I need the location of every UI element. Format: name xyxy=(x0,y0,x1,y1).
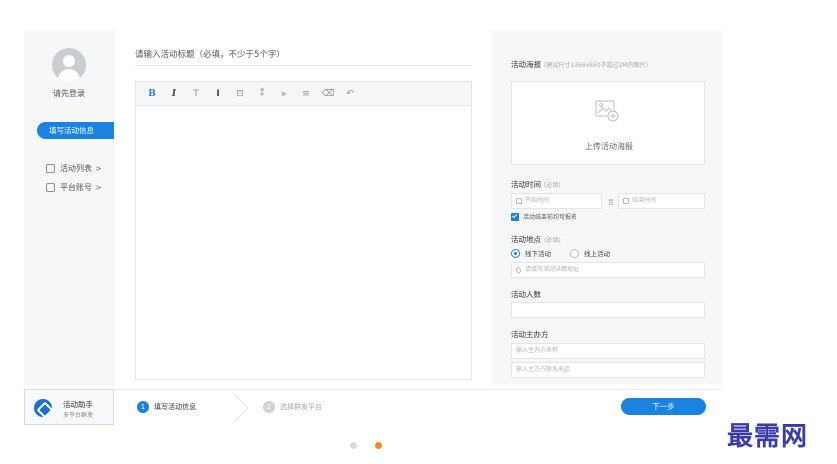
sidebar-item-fill-info[interactable]: 填写活动信息 xyxy=(37,122,114,139)
host-name-placeholder: 输入主办方名称 xyxy=(516,347,559,354)
host-label: 活动主办方 xyxy=(511,330,549,339)
step-number: 1 xyxy=(137,401,149,413)
sidebar-item-platform-accounts[interactable]: 平台账号 > xyxy=(46,182,102,193)
time-label: 活动时间 (必填) xyxy=(511,179,561,190)
step-number: 2 xyxy=(263,401,275,413)
poster-label: 活动海报 (建议尺寸1366x650不超过2M的图片) xyxy=(511,59,648,70)
end-time-placeholder: 结束时间 xyxy=(632,197,657,204)
poster-upload-text: 上传活动海报 xyxy=(585,142,633,151)
address-placeholder: 请填写活动详细地址 xyxy=(525,266,580,273)
radio-offline[interactable]: 线下活动 xyxy=(511,248,551,258)
time-hint: (必填) xyxy=(544,182,561,189)
host-phone-placeholder: 输入主办方联系电话 xyxy=(516,366,571,373)
editor-toolbar: B I T I ⊡ ⁑ ⫸ ≡ ⌫ ↶ xyxy=(136,82,471,106)
clear-format-icon[interactable]: I xyxy=(210,89,226,99)
login-link[interactable]: 请先登录 xyxy=(24,88,114,99)
sidebar-item-label: 平台账号 xyxy=(60,183,92,192)
host-phone-field[interactable]: 输入主办方联系电话 xyxy=(511,362,705,378)
radio-online[interactable]: 线上活动 xyxy=(570,248,610,258)
chevron-right-icon: > xyxy=(95,183,102,192)
rich-text-editor: B I T I ⊡ ⁑ ⫸ ≡ ⌫ ↶ xyxy=(135,81,472,380)
start-time-field[interactable]: 开始时间 xyxy=(511,193,602,209)
bold-icon[interactable]: B xyxy=(144,89,160,99)
indent-icon[interactable]: ⫸ xyxy=(276,89,292,99)
list-icon xyxy=(46,164,55,173)
participant-count-field[interactable] xyxy=(511,302,705,318)
undo-icon[interactable]: ↶ xyxy=(342,89,358,99)
next-step-button[interactable]: 下一步 xyxy=(621,398,706,415)
italic-icon[interactable]: I xyxy=(166,89,182,99)
step-label: 选择群发平台 xyxy=(280,403,322,411)
location-hint: (必填) xyxy=(544,237,561,244)
radio-online-label: 线上活动 xyxy=(584,250,610,258)
location-label: 活动地点 (必填) xyxy=(511,234,561,245)
poster-label-text: 活动海报 xyxy=(511,60,541,69)
count-label: 活动人数 xyxy=(511,290,541,299)
address-field[interactable]: 请填写活动详细地址 xyxy=(511,262,705,278)
watermark-logo: 最需网 xyxy=(727,422,809,452)
settings-panel: 活动海报 (建议尺寸1366x650不超过2M的图片) 上传活动海报 活动时间 (必… xyxy=(492,30,722,385)
range-separator: 至 xyxy=(608,199,615,206)
avatar-head-shape xyxy=(63,55,75,67)
allow-signup-checkbox[interactable]: 活动结束前均可报名 xyxy=(511,212,577,221)
step-2[interactable]: 2 选择群发平台 xyxy=(263,401,322,413)
radio-selected-icon xyxy=(511,248,520,258)
calendar-icon xyxy=(516,198,522,204)
brand-subtitle: 多平台群发 xyxy=(63,412,94,419)
step-bar: 1 填写活动信息 2 选择群发平台 下一步 xyxy=(115,389,722,425)
account-icon xyxy=(46,183,55,192)
radio-offline-label: 线下活动 xyxy=(525,250,551,258)
image-upload-icon xyxy=(595,100,619,122)
sidebar: 请先登录 填写活动信息 活动列表 > 平台账号 > xyxy=(24,30,114,385)
text-size-icon[interactable]: T xyxy=(188,89,204,99)
poster-hint: (建议尺寸1366x650不超过2M的图片) xyxy=(544,62,648,69)
chevron-right-icon: > xyxy=(95,164,102,173)
allow-signup-label: 活动结束前均可报名 xyxy=(523,214,578,221)
start-time-placeholder: 开始时间 xyxy=(525,197,550,204)
radio-unselected-icon xyxy=(570,248,579,258)
sidebar-item-label: 活动列表 xyxy=(60,164,92,173)
checkbox-checked-icon xyxy=(511,212,519,221)
quote-icon[interactable]: ⁑ xyxy=(254,89,270,99)
activity-title-input[interactable] xyxy=(135,44,472,66)
brand-logo-icon xyxy=(34,399,52,417)
carousel-dot-inactive[interactable] xyxy=(350,442,357,449)
step-1[interactable]: 1 填写活动信息 xyxy=(137,401,196,413)
delete-icon[interactable]: ⌫ xyxy=(320,89,336,99)
time-label-text: 活动时间 xyxy=(511,180,541,189)
avatar[interactable] xyxy=(52,48,86,82)
sidebar-item-activity-list[interactable]: 活动列表 > xyxy=(46,163,102,174)
step-arrow-icon xyxy=(233,393,249,422)
poster-upload-area[interactable]: 上传活动海报 xyxy=(511,81,705,165)
location-pin-icon xyxy=(514,266,523,274)
location-label-text: 活动地点 xyxy=(511,235,541,244)
host-name-field[interactable]: 输入主办方名称 xyxy=(511,343,705,359)
brand-footer: 活动助手 多平台群发 xyxy=(24,389,114,425)
align-icon[interactable]: ≡ xyxy=(298,89,314,99)
brand-name: 活动助手 xyxy=(63,400,93,409)
end-time-field[interactable]: 结束时间 xyxy=(618,193,705,209)
calendar-icon xyxy=(623,198,629,204)
avatar-body-shape xyxy=(58,69,80,82)
image-icon[interactable]: ⊡ xyxy=(232,89,248,99)
step-label: 填写活动信息 xyxy=(154,403,196,411)
editor-content-area[interactable] xyxy=(136,106,471,379)
carousel-dot-active[interactable] xyxy=(375,442,382,449)
app-window: 请先登录 填写活动信息 活动列表 > 平台账号 > 活动助手 多平台群发 B I… xyxy=(24,30,722,425)
